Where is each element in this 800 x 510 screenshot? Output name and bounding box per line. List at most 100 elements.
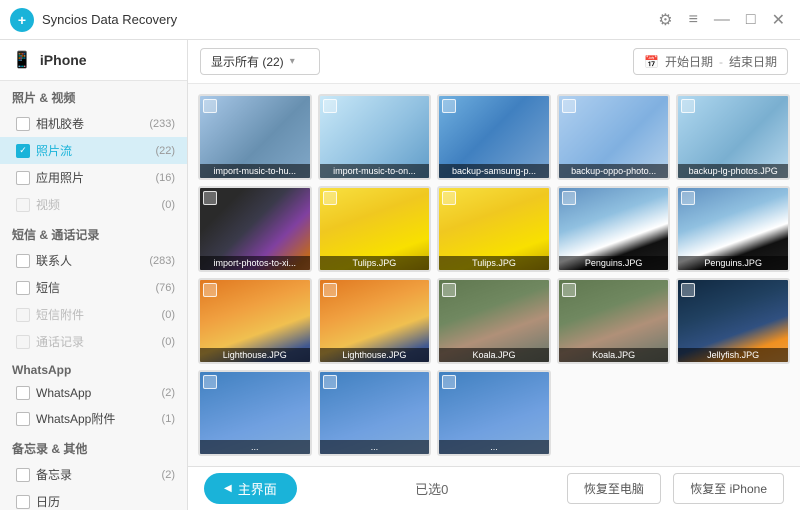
menu-icon[interactable]: ≡	[684, 9, 703, 31]
photo-check-p3[interactable]	[442, 99, 456, 113]
photo-item-p1[interactable]: import-music-to-hu...	[198, 94, 312, 180]
photo-check-p11[interactable]	[203, 283, 217, 297]
check-camera-roll[interactable]	[16, 117, 30, 131]
restore-buttons: 恢复至电脑 恢复至 iPhone	[567, 473, 784, 504]
check-contacts[interactable]	[16, 254, 30, 268]
app-title: Syncios Data Recovery	[42, 12, 653, 27]
photo-item-p13[interactable]: Koala.JPG	[437, 278, 551, 364]
sidebar-item-camera-roll[interactable]: 相机胶卷 (233)	[0, 110, 187, 137]
contacts-label: 联系人	[36, 252, 145, 269]
minimize-icon[interactable]: —	[709, 9, 735, 31]
contacts-count: (283)	[149, 255, 175, 267]
photo-label-p8: Tulips.JPG	[439, 256, 549, 270]
photo-check-p7[interactable]	[323, 191, 337, 205]
photo-label-p3: backup-samsung-p...	[439, 164, 549, 178]
sidebar-item-whatsapp[interactable]: WhatsApp (2)	[0, 381, 187, 405]
camera-roll-label: 相机胶卷	[36, 115, 145, 132]
restore-iphone-button[interactable]: 恢复至 iPhone	[673, 473, 784, 504]
check-app-photos[interactable]	[16, 171, 30, 185]
device-name: iPhone	[40, 52, 87, 68]
device-header: 📱 iPhone	[0, 40, 187, 81]
content-area: 显示所有 (22) ▾ 📅 开始日期 - 结束日期 import-music-t…	[188, 40, 800, 510]
photo-check-p8[interactable]	[442, 191, 456, 205]
photo-label-p12: Lighthouse.JPG	[320, 348, 430, 362]
check-videos	[16, 198, 30, 212]
photo-item-p6[interactable]: import-photos-to-xi...	[198, 186, 312, 272]
check-sms[interactable]	[16, 281, 30, 295]
check-calendar[interactable]	[16, 495, 30, 509]
selected-count: 已选0	[415, 479, 448, 498]
photo-item-p14[interactable]: Koala.JPG	[557, 278, 671, 364]
settings-icon[interactable]: ⚙	[653, 8, 677, 32]
section-notes-other: 备忘录 & 其他	[0, 432, 187, 461]
photo-item-p5[interactable]: backup-lg-photos.JPG	[676, 94, 790, 180]
photo-item-p17[interactable]: ...	[318, 370, 432, 456]
photo-check-p9[interactable]	[562, 191, 576, 205]
close-icon[interactable]: ✕	[767, 8, 790, 32]
sidebar: 📱 iPhone 照片 & 视频 相机胶卷 (233) 照片流 (22) 应用照…	[0, 40, 188, 510]
sidebar-item-sms[interactable]: 短信 (76)	[0, 274, 187, 301]
main-layout: 📱 iPhone 照片 & 视频 相机胶卷 (233) 照片流 (22) 应用照…	[0, 40, 800, 510]
check-whatsapp[interactable]	[16, 386, 30, 400]
restore-pc-button[interactable]: 恢复至电脑	[567, 473, 661, 504]
filter-dropdown[interactable]: 显示所有 (22) ▾	[200, 48, 320, 75]
whatsapp-attachments-label: WhatsApp附件	[36, 410, 158, 427]
photo-label-p7: Tulips.JPG	[320, 256, 430, 270]
sidebar-item-contacts[interactable]: 联系人 (283)	[0, 247, 187, 274]
photo-check-p6[interactable]	[203, 191, 217, 205]
photo-stream-count: (22)	[155, 145, 175, 157]
videos-count: (0)	[162, 199, 175, 211]
sidebar-item-app-photos[interactable]: 应用照片 (16)	[0, 164, 187, 191]
photo-label-p6: import-photos-to-xi...	[200, 256, 310, 270]
photo-label-p15: Jellyfish.JPG	[678, 348, 788, 362]
app-logo: +	[10, 8, 34, 32]
photo-check-p4[interactable]	[562, 99, 576, 113]
photo-check-p2[interactable]	[323, 99, 337, 113]
photo-item-p7[interactable]: Tulips.JPG	[318, 186, 432, 272]
photo-check-p13[interactable]	[442, 283, 456, 297]
end-date-label: 结束日期	[729, 53, 777, 70]
photo-item-p2[interactable]: import-music-to-on...	[318, 94, 432, 180]
photo-check-p5[interactable]	[681, 99, 695, 113]
photo-label-p2: import-music-to-on...	[320, 164, 430, 178]
photo-item-p9[interactable]: Penguins.JPG	[557, 186, 671, 272]
photo-item-p15[interactable]: Jellyfish.JPG	[676, 278, 790, 364]
photo-check-p17[interactable]	[323, 375, 337, 389]
sidebar-item-whatsapp-attachments[interactable]: WhatsApp附件 (1)	[0, 405, 187, 432]
photo-check-p14[interactable]	[562, 283, 576, 297]
notes-count: (2)	[162, 469, 175, 481]
photo-item-p11[interactable]: Lighthouse.JPG	[198, 278, 312, 364]
photo-item-p10[interactable]: Penguins.JPG	[676, 186, 790, 272]
sidebar-item-calendar[interactable]: 日历	[0, 488, 187, 510]
photo-check-p16[interactable]	[203, 375, 217, 389]
photo-item-p4[interactable]: backup-oppo-photo...	[557, 94, 671, 180]
photo-item-p3[interactable]: backup-samsung-p...	[437, 94, 551, 180]
check-notes[interactable]	[16, 468, 30, 482]
photo-item-p8[interactable]: Tulips.JPG	[437, 186, 551, 272]
maximize-icon[interactable]: □	[741, 9, 761, 31]
sidebar-item-notes[interactable]: 备忘录 (2)	[0, 461, 187, 488]
photo-item-p12[interactable]: Lighthouse.JPG	[318, 278, 432, 364]
notes-label: 备忘录	[36, 466, 158, 483]
check-photo-stream[interactable]	[16, 144, 30, 158]
calendar-icon: 📅	[644, 55, 659, 69]
section-photos-videos: 照片 & 视频	[0, 81, 187, 110]
photo-check-p1[interactable]	[203, 99, 217, 113]
sidebar-item-call-logs: 通话记录 (0)	[0, 328, 187, 355]
photo-check-p10[interactable]	[681, 191, 695, 205]
check-whatsapp-attachments[interactable]	[16, 412, 30, 426]
photo-check-p18[interactable]	[442, 375, 456, 389]
sidebar-item-photo-stream[interactable]: 照片流 (22)	[0, 137, 187, 164]
photo-item-p18[interactable]: ...	[437, 370, 551, 456]
photo-check-p12[interactable]	[323, 283, 337, 297]
phone-icon: 📱	[12, 50, 32, 70]
photo-label-p16: ...	[200, 440, 310, 454]
photo-label-p17: ...	[320, 440, 430, 454]
photo-check-p15[interactable]	[681, 283, 695, 297]
section-whatsapp: WhatsApp	[0, 355, 187, 381]
date-separator: -	[719, 55, 723, 69]
photo-item-p16[interactable]: ...	[198, 370, 312, 456]
window-controls: ⚙ ≡ — □ ✕	[653, 8, 790, 32]
home-button[interactable]: ◀ 主界面	[204, 473, 297, 504]
date-range-picker[interactable]: 📅 开始日期 - 结束日期	[633, 48, 788, 75]
